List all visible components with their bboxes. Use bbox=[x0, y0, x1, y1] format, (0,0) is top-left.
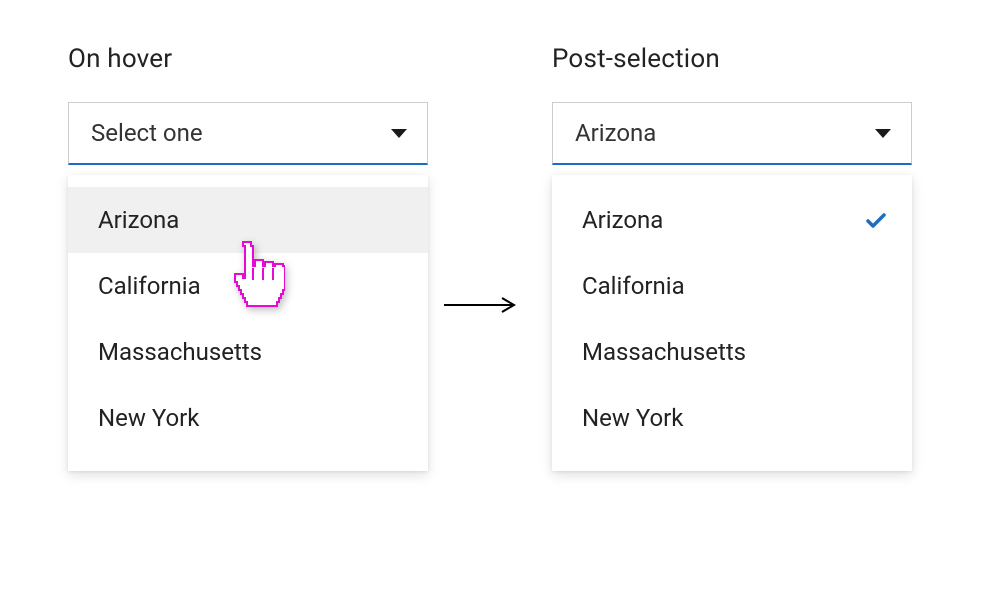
option-label: Arizona bbox=[98, 206, 179, 234]
select-trigger[interactable]: Arizona bbox=[552, 102, 912, 165]
option-label: Massachusetts bbox=[98, 338, 262, 366]
example-title: On hover bbox=[68, 44, 428, 74]
dropdown-option[interactable]: Arizona bbox=[552, 187, 912, 253]
dropdown-option[interactable]: Massachusetts bbox=[68, 319, 428, 385]
checkmark-icon bbox=[864, 208, 888, 232]
option-label: New York bbox=[98, 404, 199, 432]
caret-down-icon bbox=[875, 129, 891, 138]
select-trigger[interactable]: Select one bbox=[68, 102, 428, 165]
dropdown-menu: Arizona California Massachusetts New Yor… bbox=[552, 175, 912, 471]
select-trigger-label: Arizona bbox=[575, 119, 656, 147]
dropdown-menu: Arizona California Massachusetts New Yor… bbox=[68, 175, 428, 471]
dropdown-option[interactable]: Massachusetts bbox=[552, 319, 912, 385]
option-label: California bbox=[582, 272, 685, 300]
select-trigger-label: Select one bbox=[91, 119, 203, 147]
dropdown-example-hover: On hover Select one Arizona California M… bbox=[68, 44, 428, 471]
dropdown-option[interactable]: California bbox=[68, 253, 428, 319]
caret-down-icon bbox=[391, 129, 407, 138]
example-title: Post-selection bbox=[552, 44, 912, 74]
dropdown-example-selected: Post-selection Arizona Arizona Californi… bbox=[552, 44, 912, 471]
option-label: Arizona bbox=[582, 206, 663, 234]
option-label: Massachusetts bbox=[582, 338, 746, 366]
dropdown-option[interactable]: New York bbox=[68, 385, 428, 451]
transition-arrow-icon bbox=[442, 295, 522, 315]
dropdown-option[interactable]: California bbox=[552, 253, 912, 319]
option-label: New York bbox=[582, 404, 683, 432]
dropdown-option[interactable]: New York bbox=[552, 385, 912, 451]
option-label: California bbox=[98, 272, 201, 300]
dropdown-option[interactable]: Arizona bbox=[68, 187, 428, 253]
